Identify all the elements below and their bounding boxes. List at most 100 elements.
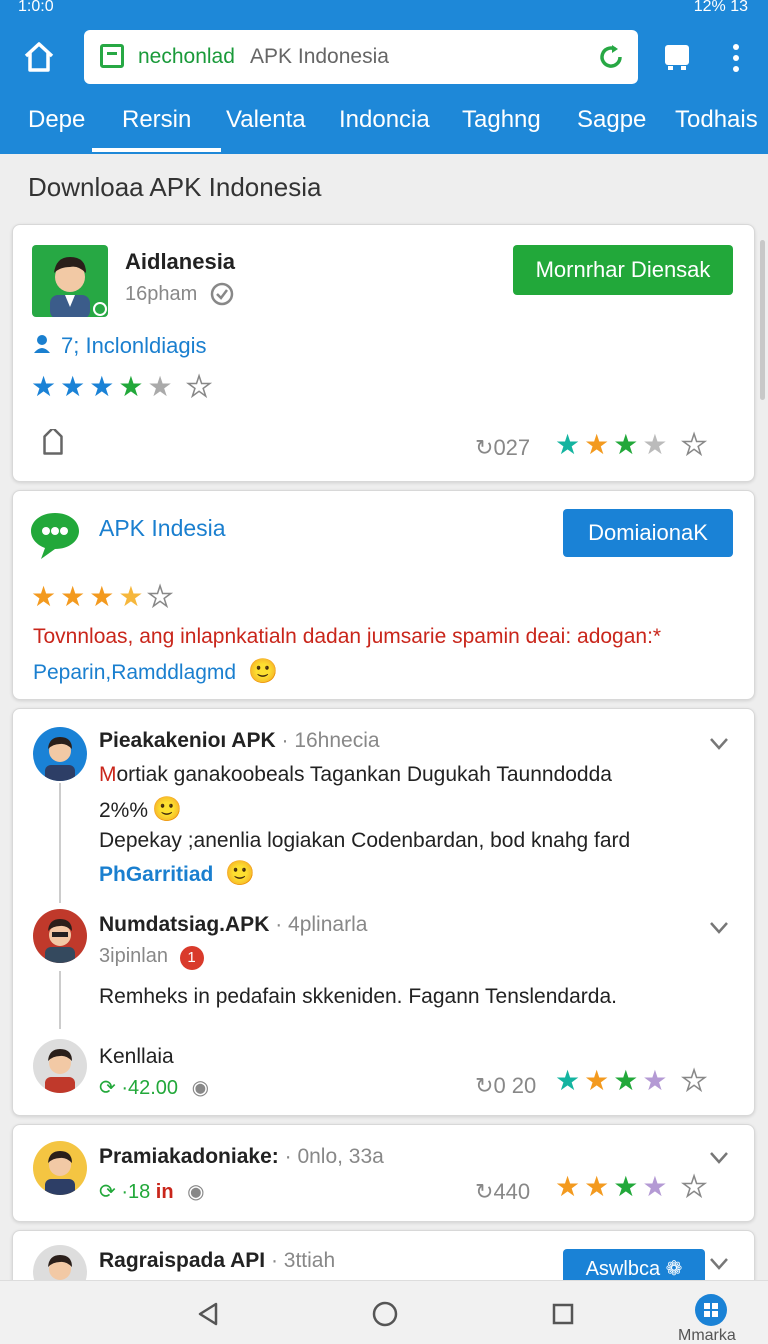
overflow-menu-icon[interactable] <box>728 42 744 74</box>
review-stats: ⟳ ·18 in ◉ <box>99 1181 205 1203</box>
timer-icon: ◉ <box>187 1181 205 1203</box>
tab-valenta[interactable]: Valenta <box>226 106 306 152</box>
comment-text: Depekay ;anenlia logiakan Codenbardan, b… <box>99 829 631 852</box>
users-icon <box>34 335 50 353</box>
avatar-icon <box>45 919 75 963</box>
tab-depe[interactable]: Depe <box>28 106 85 152</box>
star-icon: ★ <box>118 581 144 612</box>
comment-stats: ⟳ ·42.00 ◉ <box>99 1077 210 1099</box>
download-button[interactable]: DomiaionaK <box>563 509 733 557</box>
thread-line <box>59 783 61 903</box>
tab-rersin[interactable]: Rersin <box>91 106 222 152</box>
comment-author[interactable]: Numdatsiag.APK <box>99 913 269 936</box>
star-icon: ★ <box>613 1171 639 1202</box>
comment-header: Pieakakenioı APK · 16hnecia <box>99 729 380 752</box>
chevron-down-icon[interactable] <box>709 921 729 935</box>
app-icon <box>32 245 108 317</box>
star-outline-icon[interactable]: ★ <box>147 582 174 612</box>
stat-icon: ⟳ <box>99 1181 116 1203</box>
tab-indoncia[interactable]: Indoncia <box>339 106 430 152</box>
app-name: Aidlanesia <box>125 249 236 274</box>
smiley-icon: 🙂 <box>152 796 182 823</box>
star-icon: ★ <box>584 429 610 460</box>
comment-meta: 16hnecia <box>294 729 380 752</box>
tag-icon[interactable] <box>37 429 69 461</box>
review-meta: 0nlo, 33a <box>297 1145 384 1168</box>
tabs-icon[interactable] <box>664 42 690 72</box>
home-nav-icon[interactable] <box>372 1301 398 1327</box>
chevron-down-icon[interactable] <box>709 1151 729 1165</box>
star-icon: ★ <box>147 371 173 402</box>
user-count: 7; Inclonldiagis <box>61 333 207 358</box>
scrollbar-thumb[interactable] <box>760 240 765 400</box>
app-rating: ★ ★ ★ ★ ★ <box>31 581 174 612</box>
back-icon[interactable] <box>196 1301 220 1327</box>
browser-toolbar: nechonlad APK Indonesia Depe Rersin Vale… <box>0 18 768 154</box>
star-icon: ★ <box>555 1171 581 1202</box>
star-icon: ★ <box>613 429 639 460</box>
comment-author[interactable]: Kenllaia <box>99 1045 174 1069</box>
star-outline-icon[interactable]: ★ <box>186 372 213 402</box>
status-bar: 1:0:0 12% 13 <box>0 0 768 18</box>
star-icon: ★ <box>584 1171 610 1202</box>
home-icon[interactable] <box>22 40 56 74</box>
counter-icon: ↻ <box>475 1073 494 1098</box>
timer-icon: ◉ <box>191 1077 210 1099</box>
page-title: Downloaa APK Indonesia <box>28 172 322 202</box>
address-bar[interactable]: nechonlad APK Indonesia <box>84 30 638 84</box>
star-icon: ★ <box>60 371 86 402</box>
status-time: 1:0:0 <box>18 0 54 15</box>
nav-label: Mmarka <box>678 1327 736 1344</box>
app-subtitle: 16pham <box>125 283 198 305</box>
comment-header: Numdatsiag.APK · 4plinarla <box>99 913 368 936</box>
comment-sub: 3ipinlan 1 <box>99 945 204 970</box>
status-battery: 12% 13 <box>693 0 748 15</box>
app-name: APK Indesia <box>99 515 226 541</box>
review-author[interactable]: Pramiakadoniake: <box>99 1145 279 1168</box>
counter-icon: ↻ <box>475 1179 494 1204</box>
system-nav-bar: Mmarka <box>0 1280 768 1344</box>
star-icon: ★ <box>31 581 57 612</box>
chevron-down-icon[interactable] <box>709 1257 729 1271</box>
chat-icon <box>31 513 79 559</box>
secondary-rating: ★ ★ ★ ★ ★ <box>555 429 708 460</box>
smiley-icon: 🙂 <box>225 860 256 887</box>
review-header: Pramiakadoniake: · 0nlo, 33a <box>99 1145 384 1168</box>
url-host: nechonlad <box>138 45 235 68</box>
app-link[interactable]: Peparin,Ramddlagmd <box>33 661 236 684</box>
app-card-1: Aidlanesia 16pham Mornrhar Diensak 7; In… <box>12 224 755 482</box>
stat-icon: ⟳ <box>99 1077 116 1099</box>
tab-sagpe[interactable]: Sagpe <box>577 106 646 152</box>
star-icon: ★ <box>60 581 86 612</box>
comments-card: Pieakakenioı APK · 16hnecia Mortiak gana… <box>12 708 755 1116</box>
avatar <box>33 909 87 963</box>
app-link-row: Peparin,Ramddlagmd 🙂 <box>33 657 278 686</box>
thread-line <box>59 971 61 1029</box>
reload-icon[interactable] <box>596 42 626 72</box>
grid-icon[interactable] <box>694 1293 728 1327</box>
comment-text: Mortiak ganakoobeals Tagankan Dugukah Ta… <box>99 763 612 786</box>
star-icon: ★ <box>613 1065 639 1096</box>
review-meta: 3ttiah <box>283 1249 336 1272</box>
recents-icon[interactable] <box>552 1303 574 1325</box>
tab-taghng[interactable]: Taghng <box>462 106 541 152</box>
comment-count: ↻0 20 <box>475 1073 537 1098</box>
review-card: Pramiakadoniake: · 0nlo, 33a ⟳ ·18 in ◉ … <box>12 1124 755 1222</box>
star-outline-icon[interactable]: ★ <box>681 430 708 460</box>
comment-rating: ★ ★ ★ ★ ★ <box>555 1065 708 1096</box>
verified-icon <box>210 282 234 306</box>
comment-link[interactable]: PhGarritiad <box>99 863 213 886</box>
comment-text: Remheks in pedafain skkeniden. Fagann Te… <box>99 985 617 1008</box>
star-outline-icon[interactable]: ★ <box>681 1066 708 1096</box>
review-author[interactable]: Ragraispada API <box>99 1249 265 1272</box>
star-icon: ★ <box>584 1065 610 1096</box>
action-icon: ❁ <box>665 1258 683 1280</box>
chevron-down-icon[interactable] <box>709 737 729 751</box>
download-count: ↻027 <box>475 435 531 460</box>
tab-todhais[interactable]: Todhais <box>675 106 758 152</box>
star-outline-icon[interactable]: ★ <box>681 1172 708 1202</box>
download-button[interactable]: Mornrhar Diensak <box>513 245 733 295</box>
category-tabs: Depe Rersin Valenta Indoncia Taghng Sagp… <box>0 102 768 154</box>
comment-author[interactable]: Pieakakenioı APK <box>99 729 276 752</box>
review-count: ↻440 <box>475 1179 531 1204</box>
